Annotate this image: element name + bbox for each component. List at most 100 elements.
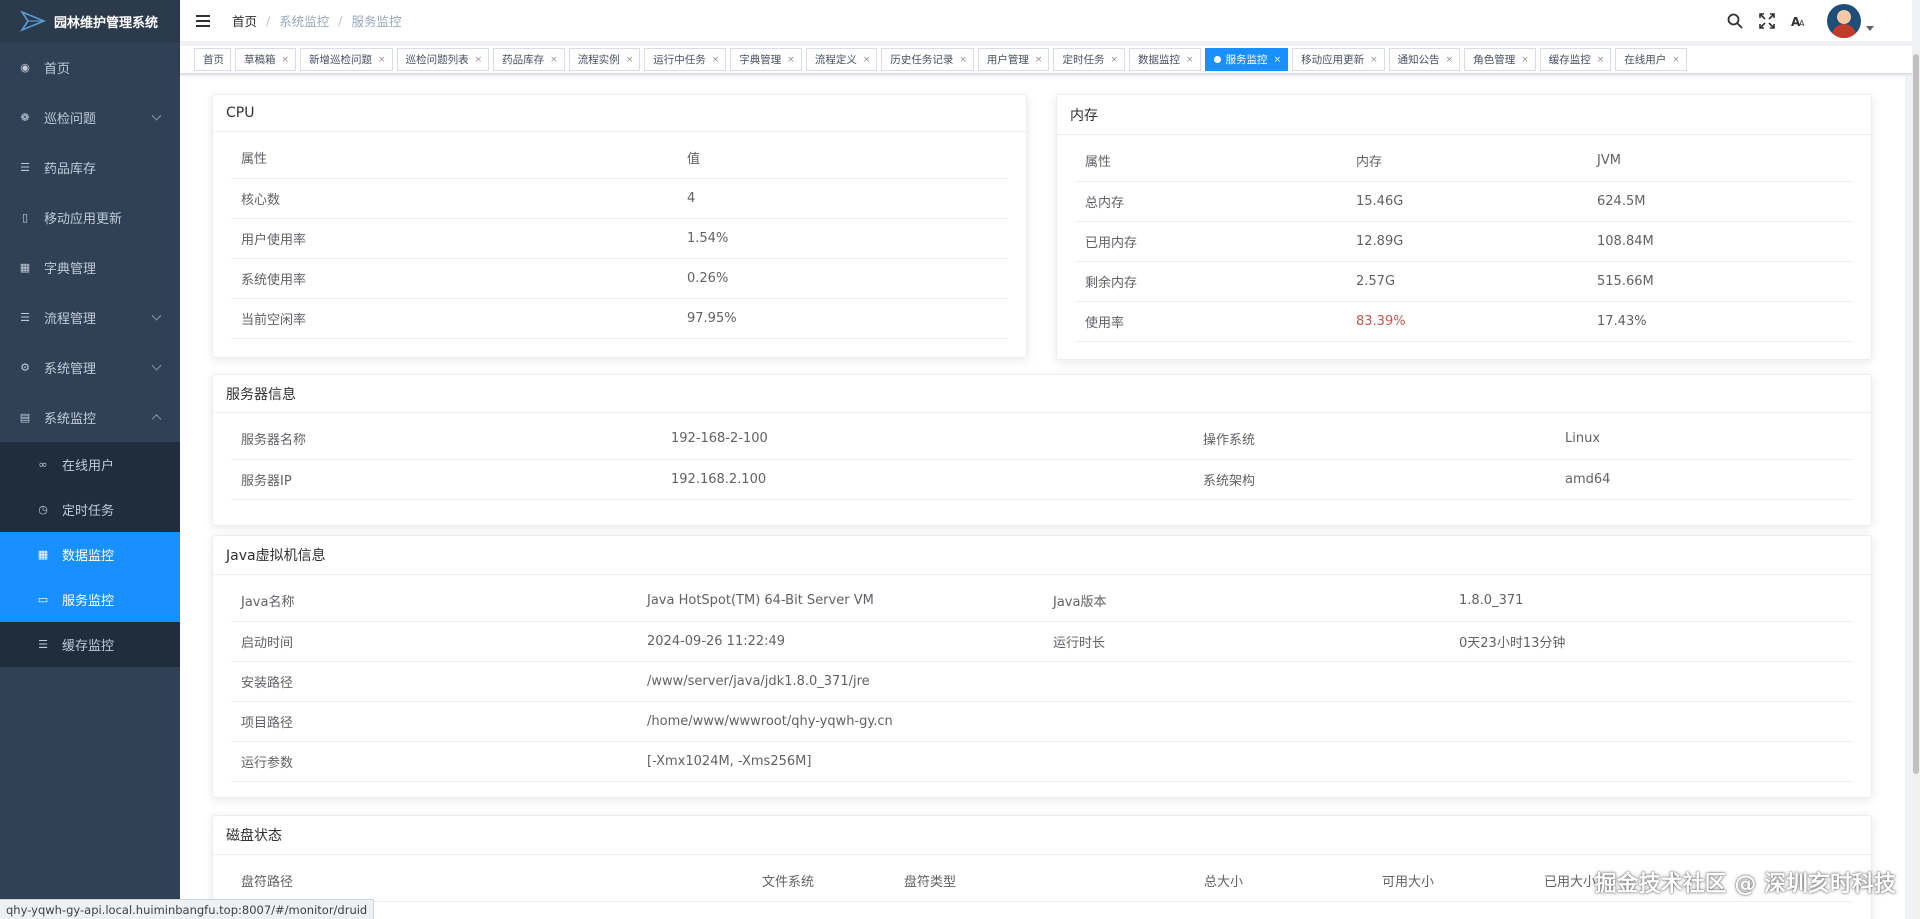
tag-task-history[interactable]: 历史任务记录 × bbox=[881, 48, 974, 71]
caret-down-icon[interactable] bbox=[1866, 25, 1874, 31]
server-info-card: 服务器信息 服务器名称 192-168-2-100 操作系统 Linux 服务器… bbox=[212, 374, 1872, 526]
close-icon[interactable]: × bbox=[475, 55, 483, 65]
sidebar-item-cache-monitor[interactable]: ☰ 缓存监控 bbox=[0, 622, 180, 667]
memory-card: 内存 属性 内存 JVM 总内存 15.46G 624.5M 已用内存 12.89G 1… bbox=[1056, 94, 1872, 360]
tag-dictionary[interactable]: 字典管理 × bbox=[730, 48, 802, 71]
table-cell: 安装路径 bbox=[231, 661, 637, 702]
close-icon[interactable]: × bbox=[712, 55, 720, 65]
sidebar-item-monitor[interactable]: ▤ 系统监控 bbox=[0, 392, 180, 442]
close-icon[interactable]: × bbox=[1446, 55, 1454, 65]
tag-label: 流程实例 bbox=[577, 54, 620, 66]
close-icon[interactable]: × bbox=[1035, 55, 1043, 65]
gear-icon: ⚙ bbox=[20, 360, 30, 374]
sidebar-item-data-monitor[interactable]: ▦ 数据监控 bbox=[0, 532, 180, 577]
table-row: 项目路径 /home/www/wwwroot/qhy-yqwh-gy.cn bbox=[231, 701, 1853, 742]
close-icon[interactable]: × bbox=[1521, 55, 1529, 65]
tag-app-update[interactable]: 移动应用更新 × bbox=[1292, 48, 1385, 71]
close-icon[interactable]: × bbox=[1110, 55, 1118, 65]
hamburger-icon[interactable] bbox=[196, 14, 210, 27]
sidebar-item-label: 药品库存 bbox=[44, 161, 97, 177]
tag-process-instance[interactable]: 流程实例 × bbox=[568, 48, 641, 71]
sidebar-item-drug-stock[interactable]: ☰ 药品库存 bbox=[0, 142, 180, 192]
sidebar-item-system[interactable]: ⚙ 系统管理 bbox=[0, 342, 180, 392]
header-right: AA bbox=[1725, 0, 1912, 42]
memory-table: 属性 内存 JVM 总内存 15.46G 624.5M 已用内存 12.89G 108.… bbox=[1075, 141, 1853, 342]
table-cell: 108.84M bbox=[1587, 221, 1853, 262]
sidebar-item-server-monitor[interactable]: ▭ 服务监控 bbox=[0, 577, 180, 622]
jvm-table: Java名称 Java HotSpot(TM) 64-Bit Server VM… bbox=[231, 581, 1853, 782]
tag-users[interactable]: 用户管理 × bbox=[977, 48, 1050, 71]
close-icon[interactable]: × bbox=[959, 55, 967, 65]
table-cell: 97.95% bbox=[677, 298, 1008, 339]
sidebar-item-dictionary[interactable]: ▦ 字典管理 bbox=[0, 242, 180, 292]
sidebar-item-label: 数据监控 bbox=[62, 549, 115, 564]
tag-notice[interactable]: 通知公告 × bbox=[1388, 48, 1461, 71]
tag-server-monitor[interactable]: 服务监控 × bbox=[1204, 48, 1289, 71]
font-size-icon[interactable]: AA bbox=[1789, 11, 1809, 31]
table-cell: 剩余内存 bbox=[1075, 261, 1346, 302]
chevron-down-icon bbox=[151, 310, 162, 321]
close-icon[interactable]: × bbox=[1186, 55, 1194, 65]
close-icon[interactable]: × bbox=[863, 55, 871, 65]
card-title: Java虚拟机信息 bbox=[213, 536, 1871, 575]
server-icon: ▭ bbox=[37, 593, 49, 606]
tag-home[interactable]: 首页 bbox=[194, 48, 231, 71]
close-icon[interactable]: × bbox=[626, 55, 634, 65]
card-title: 服务器信息 bbox=[213, 375, 1871, 413]
sidebar-item-app-update[interactable]: ▯ 移动应用更新 bbox=[0, 192, 180, 242]
table-cell: 2.57G bbox=[1346, 261, 1587, 302]
table-cell: 总内存 bbox=[1075, 181, 1346, 222]
sidebar-item-home[interactable]: ◉ 首页 bbox=[0, 42, 180, 92]
page-scrollbar[interactable] bbox=[1912, 50, 1920, 919]
table-cell: amd64 bbox=[1555, 459, 1853, 500]
app-logo[interactable]: 园林维护管理系统 bbox=[0, 0, 180, 42]
close-icon[interactable]: × bbox=[1274, 55, 1282, 65]
jvm-info-card: Java虚拟机信息 Java名称 Java HotSpot(TM) 64-Bit… bbox=[212, 535, 1872, 798]
tag-roles[interactable]: 角色管理 × bbox=[1464, 48, 1536, 71]
sidebar-item-label: 移动应用更新 bbox=[44, 211, 123, 227]
tag-label: 药品库存 bbox=[502, 54, 545, 66]
tag-inspection-list[interactable]: 巡检问题列表 × bbox=[396, 48, 490, 71]
breadcrumb-separator: / bbox=[266, 13, 271, 28]
sidebar-item-inspection[interactable]: ❁ 巡检问题 bbox=[0, 92, 180, 142]
tag-label: 移动应用更新 bbox=[1301, 54, 1365, 66]
close-icon[interactable]: × bbox=[282, 55, 290, 65]
sidebar-item-online-users[interactable]: ∞ 在线用户 bbox=[0, 442, 180, 487]
table-cell: 用户使用率 bbox=[231, 218, 677, 259]
tag-scheduled-tasks[interactable]: 定时任务 × bbox=[1053, 48, 1126, 71]
tag-data-monitor[interactable]: 数据监控 × bbox=[1129, 48, 1201, 71]
tag-drug-stock[interactable]: 药品库存 × bbox=[493, 48, 565, 71]
table-row: 剩余内存 2.57G 515.66M bbox=[1075, 261, 1853, 302]
close-icon[interactable]: × bbox=[378, 55, 386, 65]
tag-running-tasks[interactable]: 运行中任务 × bbox=[644, 48, 727, 71]
avatar[interactable] bbox=[1827, 4, 1861, 38]
tag-process-definition[interactable]: 流程定义 × bbox=[805, 48, 878, 71]
close-icon[interactable]: × bbox=[550, 55, 558, 65]
close-icon[interactable]: × bbox=[1370, 55, 1378, 65]
phone-icon: ▯ bbox=[21, 210, 29, 224]
table-cell: Linux bbox=[1555, 419, 1853, 460]
table-header-cell: 盘符类型 bbox=[894, 861, 1194, 902]
tag-drafts[interactable]: 草稿箱 × bbox=[235, 48, 297, 71]
scrollbar-thumb[interactable] bbox=[1913, 54, 1919, 774]
search-icon[interactable] bbox=[1725, 11, 1745, 31]
database-icon: ☰ bbox=[20, 160, 30, 174]
chevron-down-icon bbox=[151, 360, 162, 371]
sidebar-item-process[interactable]: ☰ 流程管理 bbox=[0, 292, 180, 342]
breadcrumb-home[interactable]: 首页 bbox=[232, 11, 257, 30]
close-icon[interactable]: × bbox=[1672, 55, 1680, 65]
sidebar-item-label: 服务监控 bbox=[62, 594, 115, 609]
close-icon[interactable]: × bbox=[787, 55, 795, 65]
tag-online-users[interactable]: 在线用户 × bbox=[1615, 48, 1687, 71]
table-cell: 1.54% bbox=[677, 218, 1008, 259]
tag-cache-monitor[interactable]: 缓存监控 × bbox=[1539, 48, 1612, 71]
table-cell: 15.46G bbox=[1346, 181, 1587, 222]
tag-label: 在线用户 bbox=[1624, 54, 1667, 66]
fullscreen-icon[interactable] bbox=[1757, 11, 1777, 31]
close-icon[interactable]: × bbox=[1597, 55, 1605, 65]
table-cell: 2024-09-26 11:22:49 bbox=[637, 621, 1043, 662]
sidebar-item-scheduled-tasks[interactable]: ◷ 定时任务 bbox=[0, 487, 180, 532]
tags-view: 首页 草稿箱 × 新增巡检问题 × 巡检问题列表 × 药品库存 × 流程实例 × 运行中任… bbox=[180, 46, 1912, 74]
main-content: CPU 属性 值 核心数 4 用户使用率 1.54% 系统使用率 0.26% 当前空闲… bbox=[180, 76, 1905, 919]
tag-new-inspection[interactable]: 新增巡检问题 × bbox=[300, 48, 393, 71]
